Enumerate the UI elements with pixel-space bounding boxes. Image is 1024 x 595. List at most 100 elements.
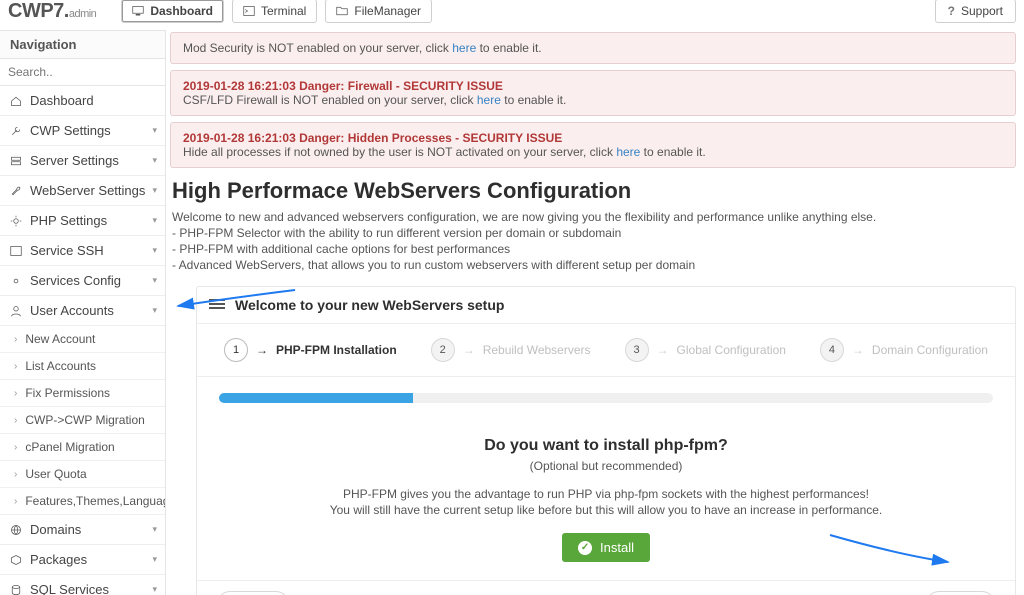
sidebar-scroll[interactable]: Dashboard CWP Settings Server Settings W…	[0, 86, 165, 595]
filemanager-button[interactable]: FileManager	[325, 0, 432, 23]
nav-packages[interactable]: Packages	[0, 545, 165, 575]
sub-item-label: New Account	[25, 332, 95, 346]
wizard-panel: Welcome to your new WebServers setup 1 → P…	[196, 286, 1016, 595]
steps-icon	[209, 299, 225, 311]
wizard-steps: 1→PHP-FPM Installation 2→Rebuild Webserv…	[197, 324, 1015, 377]
step-4[interactable]: 4→Domain Configuration	[820, 338, 988, 362]
wizard-content: Do you want to install php-fpm? (Optiona…	[197, 419, 1015, 580]
globe-icon	[10, 524, 22, 536]
nav-item-label: Service SSH	[30, 243, 104, 258]
wrench-icon	[10, 185, 22, 197]
sub-fix-permissions[interactable]: Fix Permissions	[0, 380, 165, 407]
wizard-footer: ← Back Skip →	[197, 580, 1015, 595]
nav-server-settings[interactable]: Server Settings	[0, 146, 165, 176]
nav-services-config[interactable]: Services Config	[0, 266, 165, 296]
page-desc: Welcome to new and advanced webservers c…	[172, 210, 1024, 224]
terminal-icon	[10, 245, 22, 257]
step-3[interactable]: 3 → Global Configuration	[625, 338, 786, 362]
check-icon: ✓	[578, 541, 592, 555]
cog-icon	[10, 275, 22, 287]
sub-item-label: CWP->CWP Migration	[25, 413, 144, 427]
step-2[interactable]: 2→Rebuild Webservers	[431, 338, 591, 362]
support-button[interactable]: ? Support	[935, 0, 1016, 23]
terminal-icon	[243, 5, 255, 17]
sub-new-account[interactable]: New Account	[0, 326, 165, 353]
user-icon	[10, 305, 22, 317]
arrow-icon: →	[463, 343, 475, 357]
nav-sql-services[interactable]: SQL Services	[0, 575, 165, 595]
sub-user-quota[interactable]: User Quota	[0, 461, 165, 488]
sub-cpanel-migration[interactable]: cPanel Migration	[0, 434, 165, 461]
alert-link[interactable]: here	[452, 41, 476, 55]
top-bar: CWP7.admin Dashboard Terminal FileManage…	[0, 0, 1024, 22]
sidebar: Navigation Dashboard CWP Settings Server…	[0, 30, 166, 595]
alert-body: CSF/LFD Firewall is NOT enabled on your …	[183, 93, 477, 107]
main-content: Mod Security is NOT enabled on your serv…	[166, 28, 1024, 595]
nav-item-label: PHP Settings	[30, 213, 107, 228]
install-button[interactable]: ✓Install	[562, 533, 650, 562]
arrow-icon: →	[256, 343, 268, 357]
support-label: Support	[961, 4, 1003, 18]
sub-cwp-migration[interactable]: CWP->CWP Migration	[0, 407, 165, 434]
wizard-heading: Welcome to your new WebServers setup	[235, 297, 504, 313]
step-label: Rebuild Webservers	[483, 343, 591, 357]
arrow-icon: →	[657, 343, 669, 357]
progress-fill	[219, 393, 413, 403]
nav-item-label: CWP Settings	[30, 123, 111, 138]
page-desc: - PHP-FPM with additional cache options …	[172, 242, 1024, 256]
back-button[interactable]: ← Back	[217, 591, 289, 595]
tools-icon	[10, 125, 22, 137]
step-label: Global Configuration	[677, 343, 786, 357]
sub-item-label: Fix Permissions	[25, 386, 110, 400]
dashboard-button[interactable]: Dashboard	[121, 0, 224, 23]
terminal-button[interactable]: Terminal	[232, 0, 317, 23]
progress-bar	[219, 393, 993, 403]
database-icon	[10, 584, 22, 595]
question-icon: ?	[948, 4, 955, 18]
step-1[interactable]: 1 → PHP-FPM Installation	[224, 338, 397, 362]
wizard-subtitle: (Optional but recommended)	[219, 459, 993, 473]
gear-icon	[10, 215, 22, 227]
sub-item-label: cPanel Migration	[25, 440, 114, 454]
nav-item-label: SQL Services	[30, 582, 109, 595]
step-number: 4	[820, 338, 844, 362]
brand-suffix: admin	[69, 8, 96, 20]
header-right: ? Support	[935, 0, 1016, 23]
alert-body-after: to enable it.	[640, 145, 705, 159]
wizard-header: Welcome to your new WebServers setup	[197, 287, 1015, 324]
skip-button[interactable]: Skip →	[926, 591, 995, 595]
step-number: 1	[224, 338, 248, 362]
nav-user-accounts[interactable]: User Accounts	[0, 296, 165, 326]
alert-link[interactable]: here	[477, 93, 501, 107]
header-buttons: Dashboard Terminal FileManager	[121, 0, 432, 23]
alert-body: Hide all processes if not owned by the u…	[183, 145, 616, 159]
server-icon	[10, 155, 22, 167]
alert-body: Mod Security is NOT enabled on your serv…	[183, 41, 452, 55]
nav-item-label: Packages	[30, 552, 87, 567]
page-desc: - Advanced WebServers, that allows you t…	[172, 258, 1024, 272]
sub-item-label: Features,Themes,Languages	[25, 494, 165, 508]
page-title: High Performace WebServers Configuration	[172, 178, 1024, 204]
alert-hidden-processes: 2019-01-28 16:21:03 Danger: Hidden Proce…	[170, 122, 1016, 168]
wizard-question: Do you want to install php-fpm?	[219, 437, 993, 455]
sub-features-themes[interactable]: Features,Themes,Languages	[0, 488, 165, 515]
nav-item-label: Dashboard	[30, 93, 94, 108]
step-label: PHP-FPM Installation	[276, 343, 397, 357]
arrow-icon: →	[852, 343, 864, 357]
terminal-label: Terminal	[261, 4, 306, 18]
dashboard-label: Dashboard	[150, 4, 213, 18]
nav-cwp-settings[interactable]: CWP Settings	[0, 116, 165, 146]
nav-dashboard[interactable]: Dashboard	[0, 86, 165, 116]
alert-title: 2019-01-28 16:21:03 Danger: Hidden Proce…	[183, 131, 562, 145]
search-input[interactable]	[0, 59, 165, 86]
filemanager-label: FileManager	[354, 4, 421, 18]
nav-service-ssh[interactable]: Service SSH	[0, 236, 165, 266]
step-number: 3	[625, 338, 649, 362]
sub-list-accounts[interactable]: List Accounts	[0, 353, 165, 380]
alert-body-after: to enable it.	[501, 93, 566, 107]
nav-domains[interactable]: Domains	[0, 515, 165, 545]
alert-link[interactable]: here	[616, 145, 640, 159]
nav-webserver-settings[interactable]: WebServer Settings	[0, 176, 165, 206]
nav-php-settings[interactable]: PHP Settings	[0, 206, 165, 236]
brand-logo: CWP7.admin	[8, 0, 96, 23]
